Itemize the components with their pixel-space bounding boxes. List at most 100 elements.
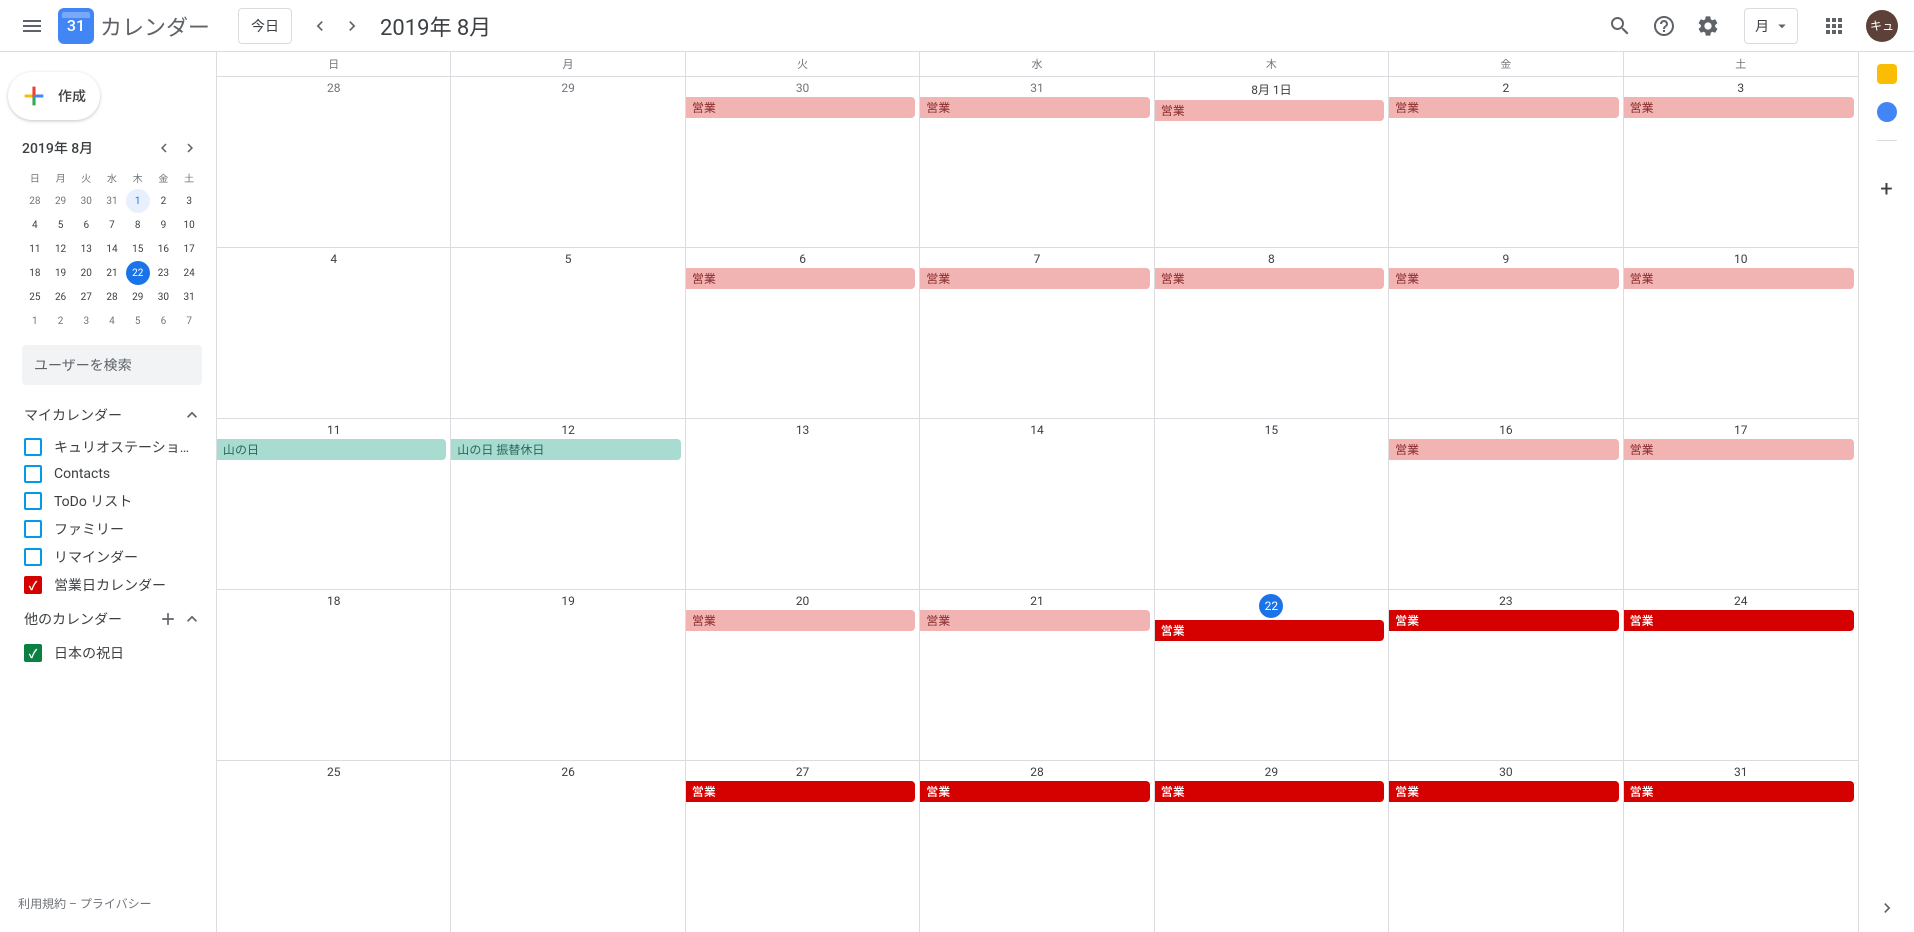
day-cell[interactable]: 9営業 bbox=[1389, 248, 1623, 418]
mini-day[interactable]: 3 bbox=[74, 309, 98, 333]
day-cell[interactable]: 16営業 bbox=[1389, 419, 1623, 589]
calendar-event[interactable]: 営業 bbox=[1389, 439, 1618, 460]
calendar-event[interactable]: 営業 bbox=[1155, 781, 1384, 802]
apps-button[interactable] bbox=[1814, 6, 1854, 46]
calendar-item[interactable]: ファミリー bbox=[0, 515, 216, 543]
calendar-item[interactable]: リマインダー bbox=[0, 543, 216, 571]
mini-day[interactable]: 4 bbox=[23, 213, 47, 237]
mini-day[interactable]: 28 bbox=[23, 189, 47, 213]
day-cell[interactable]: 20営業 bbox=[686, 590, 920, 760]
mini-day[interactable]: 30 bbox=[151, 285, 175, 309]
mini-day[interactable]: 10 bbox=[177, 213, 201, 237]
main-menu-button[interactable] bbox=[8, 2, 56, 50]
calendar-event[interactable]: 営業 bbox=[686, 268, 915, 289]
search-button[interactable] bbox=[1600, 6, 1640, 46]
mini-day[interactable]: 20 bbox=[74, 261, 98, 285]
mini-day[interactable]: 29 bbox=[126, 285, 150, 309]
get-addons-button[interactable]: + bbox=[1877, 179, 1897, 199]
calendar-event[interactable]: 営業 bbox=[1155, 100, 1384, 121]
day-cell[interactable]: 8営業 bbox=[1155, 248, 1389, 418]
calendar-item[interactable]: Contacts bbox=[0, 461, 216, 487]
footer-links[interactable]: 利用規約 – プライバシー bbox=[0, 887, 216, 920]
day-cell[interactable]: 17営業 bbox=[1624, 419, 1858, 589]
day-cell[interactable]: 3営業 bbox=[1624, 77, 1858, 247]
calendar-item[interactable]: 営業日カレンダー bbox=[0, 571, 216, 599]
mini-day[interactable]: 30 bbox=[74, 189, 98, 213]
other-calendars-header[interactable]: 他のカレンダー bbox=[0, 599, 216, 639]
calendar-checkbox[interactable] bbox=[24, 492, 42, 510]
mini-day[interactable]: 15 bbox=[126, 237, 150, 261]
calendar-checkbox[interactable] bbox=[24, 576, 42, 594]
day-cell[interactable]: 27営業 bbox=[686, 761, 920, 932]
tasks-addon-button[interactable] bbox=[1877, 102, 1897, 122]
mini-day[interactable]: 18 bbox=[23, 261, 47, 285]
mini-day[interactable]: 7 bbox=[177, 309, 201, 333]
mini-day[interactable]: 27 bbox=[74, 285, 98, 309]
mini-day[interactable]: 5 bbox=[126, 309, 150, 333]
calendar-checkbox[interactable] bbox=[24, 438, 42, 456]
help-button[interactable] bbox=[1644, 6, 1684, 46]
calendar-event[interactable]: 営業 bbox=[1389, 97, 1618, 118]
calendar-event[interactable]: 営業 bbox=[686, 97, 915, 118]
calendar-event[interactable]: 営業 bbox=[1155, 268, 1384, 289]
day-cell[interactable]: 2営業 bbox=[1389, 77, 1623, 247]
calendar-event[interactable]: 営業 bbox=[920, 781, 1149, 802]
day-cell[interactable]: 30営業 bbox=[686, 77, 920, 247]
mini-next-button[interactable] bbox=[178, 136, 202, 160]
view-selector[interactable]: 月 bbox=[1744, 8, 1798, 44]
mini-day[interactable]: 12 bbox=[49, 237, 73, 261]
day-cell[interactable]: 28 bbox=[217, 77, 451, 247]
day-cell[interactable]: 31営業 bbox=[1624, 761, 1858, 932]
day-cell[interactable]: 23営業 bbox=[1389, 590, 1623, 760]
day-cell[interactable]: 24営業 bbox=[1624, 590, 1858, 760]
day-cell[interactable]: 12山の日 振替休日 bbox=[451, 419, 685, 589]
prev-month-button[interactable] bbox=[304, 10, 336, 42]
day-cell[interactable]: 31営業 bbox=[920, 77, 1154, 247]
calendar-checkbox[interactable] bbox=[24, 644, 42, 662]
calendar-event[interactable]: 営業 bbox=[920, 610, 1149, 631]
day-cell[interactable]: 14 bbox=[920, 419, 1154, 589]
day-cell[interactable]: 28営業 bbox=[920, 761, 1154, 932]
mini-day[interactable]: 22 bbox=[126, 261, 150, 285]
calendar-item[interactable]: 日本の祝日 bbox=[0, 639, 216, 667]
calendar-event[interactable]: 営業 bbox=[1624, 268, 1854, 289]
mini-day[interactable]: 6 bbox=[151, 309, 175, 333]
calendar-event[interactable]: 営業 bbox=[1155, 620, 1384, 641]
mini-day[interactable]: 31 bbox=[100, 189, 124, 213]
day-cell[interactable]: 7営業 bbox=[920, 248, 1154, 418]
keep-addon-button[interactable] bbox=[1877, 64, 1897, 84]
mini-day[interactable]: 17 bbox=[177, 237, 201, 261]
calendar-item[interactable]: キュリオステーション志... bbox=[0, 433, 216, 461]
mini-day[interactable]: 31 bbox=[177, 285, 201, 309]
mini-day[interactable]: 14 bbox=[100, 237, 124, 261]
my-calendars-header[interactable]: マイカレンダー bbox=[0, 397, 216, 433]
side-panel-toggle[interactable] bbox=[1877, 898, 1897, 922]
mini-day[interactable]: 7 bbox=[100, 213, 124, 237]
mini-day[interactable]: 2 bbox=[49, 309, 73, 333]
calendar-event[interactable]: 山の日 bbox=[217, 439, 446, 460]
day-cell[interactable]: 8月 1日営業 bbox=[1155, 77, 1389, 247]
day-cell[interactable]: 30営業 bbox=[1389, 761, 1623, 932]
day-cell[interactable]: 11山の日 bbox=[217, 419, 451, 589]
calendar-event[interactable]: 営業 bbox=[1389, 610, 1618, 631]
day-cell[interactable]: 6営業 bbox=[686, 248, 920, 418]
mini-day[interactable]: 21 bbox=[100, 261, 124, 285]
calendar-event[interactable]: 営業 bbox=[686, 781, 915, 802]
calendar-event[interactable]: 山の日 振替休日 bbox=[451, 439, 680, 460]
calendar-event[interactable]: 営業 bbox=[1624, 781, 1854, 802]
mini-day[interactable]: 9 bbox=[151, 213, 175, 237]
day-cell[interactable]: 18 bbox=[217, 590, 451, 760]
settings-button[interactable] bbox=[1688, 6, 1728, 46]
mini-day[interactable]: 24 bbox=[177, 261, 201, 285]
calendar-event[interactable]: 営業 bbox=[1389, 781, 1618, 802]
mini-day[interactable]: 25 bbox=[23, 285, 47, 309]
mini-day[interactable]: 1 bbox=[126, 189, 150, 213]
calendar-checkbox[interactable] bbox=[24, 465, 42, 483]
search-people-input[interactable]: ユーザーを検索 bbox=[22, 345, 202, 385]
day-cell[interactable]: 10営業 bbox=[1624, 248, 1858, 418]
calendar-event[interactable]: 営業 bbox=[1624, 610, 1854, 631]
create-button[interactable]: 作成 bbox=[8, 72, 100, 120]
day-cell[interactable]: 29 bbox=[451, 77, 685, 247]
calendar-checkbox[interactable] bbox=[24, 520, 42, 538]
mini-day[interactable]: 23 bbox=[151, 261, 175, 285]
